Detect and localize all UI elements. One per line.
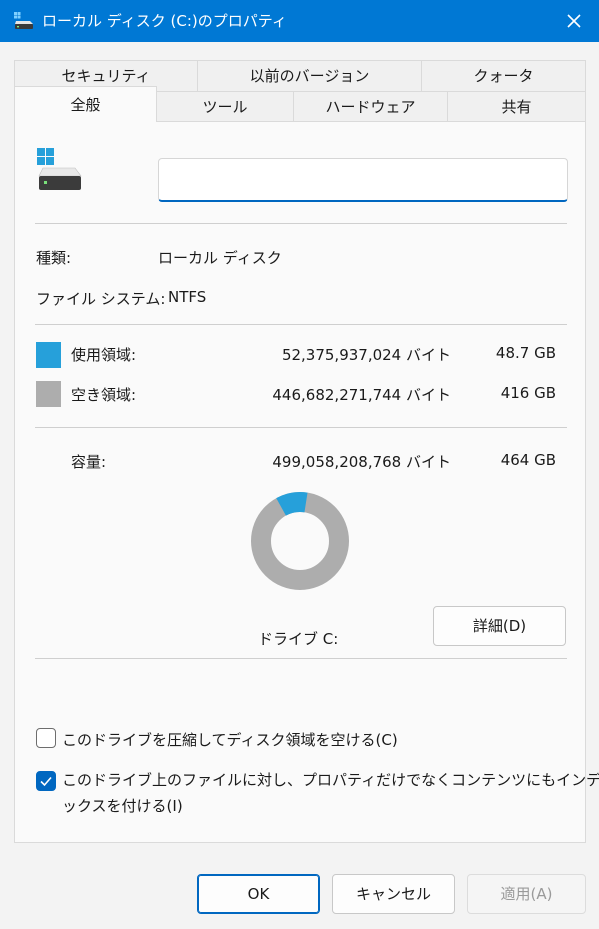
type-label: 種類: xyxy=(36,249,72,267)
tab-label: ハードウェア xyxy=(325,98,416,116)
compress-checkbox[interactable] xyxy=(36,728,56,748)
tab-label: 全般 xyxy=(70,96,101,114)
ok-button[interactable]: OK xyxy=(197,874,320,914)
window-title: ローカル ディスク (C:)のプロパティ xyxy=(42,12,287,30)
index-checkbox[interactable] xyxy=(36,771,56,791)
separator xyxy=(35,427,567,428)
free-space-size: 416 GB xyxy=(500,384,556,402)
close-button[interactable] xyxy=(561,8,587,34)
separator xyxy=(35,658,567,659)
general-panel: 種類: ローカル ディスク ファイル システム: NTFS 使用領域: 52,3… xyxy=(14,121,599,843)
title-bar: ローカル ディスク (C:)のプロパティ xyxy=(0,0,599,42)
separator xyxy=(35,324,567,325)
tab-quota[interactable]: クォータ xyxy=(421,60,586,92)
tab-label: ツール xyxy=(202,98,248,116)
disk-usage-donut xyxy=(251,492,349,590)
compress-label: このドライブを圧縮してディスク領域を空ける(C) xyxy=(62,731,398,749)
cancel-button[interactable]: キャンセル xyxy=(332,874,455,914)
free-space-swatch xyxy=(36,381,61,407)
capacity-label: 容量: xyxy=(71,453,107,471)
checkmark-icon xyxy=(40,776,52,787)
close-icon xyxy=(567,14,581,28)
used-space-size: 48.7 GB xyxy=(495,344,556,362)
dialog-footer: OK キャンセル 適用(A) xyxy=(0,843,599,929)
free-space-label: 空き領域: xyxy=(71,386,137,404)
capacity-bytes: 499,058,208,768 バイト xyxy=(272,453,451,471)
drive-icon xyxy=(37,148,83,198)
drive-letter-label: ドライブ C: xyxy=(258,630,339,648)
drive-name-input[interactable] xyxy=(158,158,568,202)
free-space-bytes: 446,682,271,744 バイト xyxy=(272,386,451,404)
tab-label: 以前のバージョン xyxy=(249,67,370,85)
tab-tools[interactable]: ツール xyxy=(156,91,294,123)
apply-button[interactable]: 適用(A) xyxy=(467,874,586,914)
filesystem-value: NTFS xyxy=(168,288,207,306)
tab-label: クォータ xyxy=(473,67,534,85)
used-space-label: 使用領域: xyxy=(71,346,137,364)
drive-icon xyxy=(14,12,34,34)
index-label-continued: ックスを付ける(I) xyxy=(62,797,183,815)
separator xyxy=(35,223,567,224)
used-space-bytes: 52,375,937,024 バイト xyxy=(281,346,451,364)
tab-label: セキュリティ xyxy=(61,67,151,85)
free-space-ring xyxy=(251,492,349,590)
tab-general[interactable]: 全般 xyxy=(14,86,157,122)
type-value: ローカル ディスク xyxy=(158,249,282,267)
tab-previous-versions[interactable]: 以前のバージョン xyxy=(197,60,422,92)
filesystem-label: ファイル システム: xyxy=(36,290,166,308)
tab-hardware[interactable]: ハードウェア xyxy=(293,91,448,123)
used-space-swatch xyxy=(36,342,61,368)
capacity-size: 464 GB xyxy=(500,451,556,469)
index-label: このドライブ上のファイルに対し、プロパティだけでなくコンテンツにもインデ xyxy=(62,771,599,789)
tab-sharing[interactable]: 共有 xyxy=(447,91,586,123)
details-button[interactable]: 詳細(D) xyxy=(433,606,566,646)
tab-label: 共有 xyxy=(501,98,532,116)
